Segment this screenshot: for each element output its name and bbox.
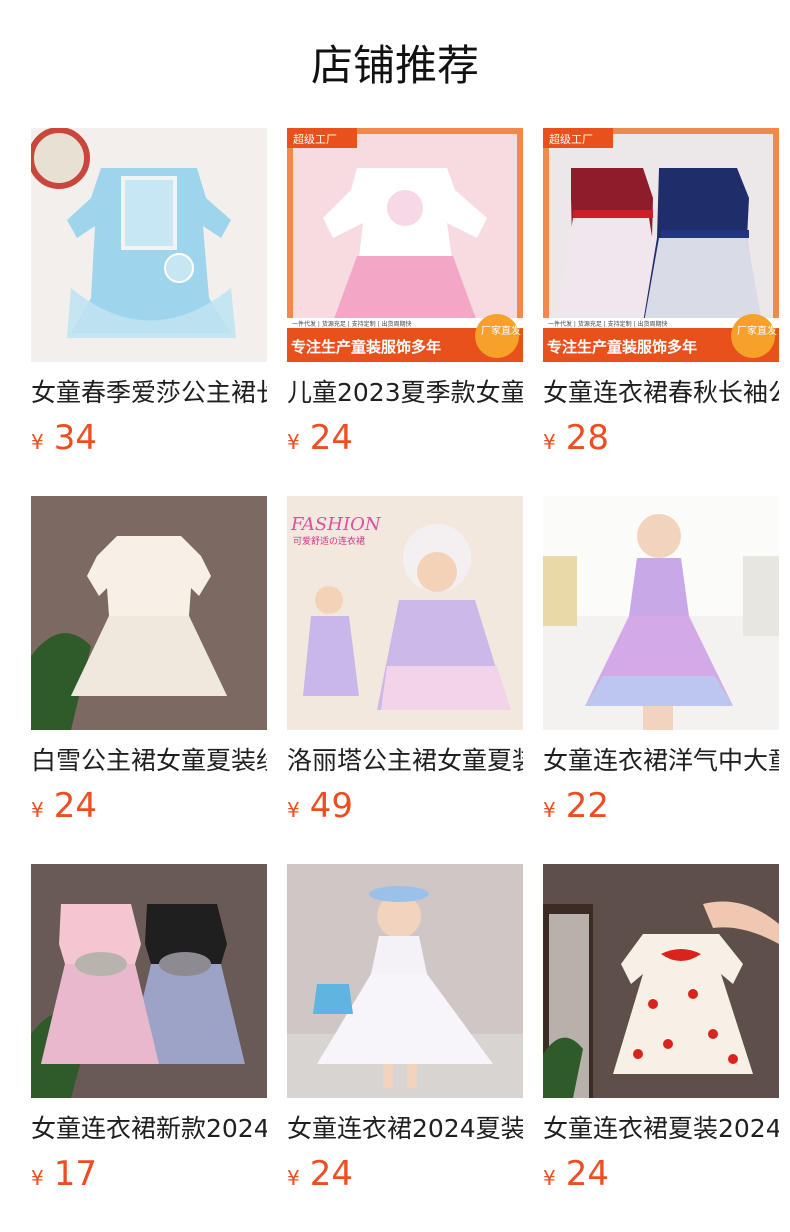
super-factory-badge: 超级工厂 — [293, 132, 337, 146]
svg-text:可爱舒适の连衣裙: 可爱舒适の连衣裙 — [293, 535, 365, 547]
product-name[interactable]: 女童春季爱莎公主裙长袖 — [31, 376, 267, 410]
product-card[interactable]: 女童连衣裙2024夏装新款 ¥24 — [287, 864, 523, 1204]
product-name[interactable]: 女童连衣裙新款2024夏季 — [31, 1112, 267, 1146]
currency-symbol: ¥ — [31, 798, 44, 822]
product-image[interactable]: 超级工厂 一件代发 | 货源充足 | 支持定制 | 出货周期快 专注生产童装服饰… — [543, 128, 779, 362]
svg-text:一件代发 | 货源充足 | 支持定制 | 出货周期快: 一件代发 | 货源充足 | 支持定制 | 出货周期快 — [548, 320, 668, 328]
svg-text:厂家直发: 厂家直发 — [737, 324, 777, 337]
svg-text:厂家直发: 厂家直发 — [481, 324, 521, 337]
price-amount: 34 — [53, 418, 97, 458]
product-image[interactable]: 超级工厂 一件代发 | 货源充足 | 支持定制 | 出货周期快 专注生产童装服饰… — [287, 128, 523, 362]
product-card[interactable]: 女童春季爱莎公主裙长袖 ¥34 — [31, 128, 267, 468]
product-image[interactable] — [31, 864, 267, 1098]
product-name[interactable]: 女童连衣裙夏装2024新款 — [543, 1112, 779, 1146]
currency-symbol: ¥ — [287, 430, 300, 454]
product-price: ¥24 — [287, 416, 353, 460]
section-title: 店铺推荐 — [310, 41, 479, 90]
product-image[interactable] — [287, 864, 523, 1098]
product-image[interactable]: FASHION 可爱舒适の连衣裙 — [287, 496, 523, 730]
product-card[interactable]: 女童连衣裙夏装2024新款 ¥24 — [543, 864, 779, 1204]
currency-symbol: ¥ — [543, 430, 556, 454]
price-amount: 24 — [565, 1154, 609, 1194]
product-price: ¥17 — [31, 1152, 97, 1196]
price-amount: 49 — [309, 786, 353, 826]
price-amount: 24 — [53, 786, 97, 826]
product-price: ¥49 — [287, 784, 353, 828]
currency-symbol: ¥ — [31, 1166, 44, 1190]
svg-text:一件代发 | 货源充足 | 支持定制 | 出货周期快: 一件代发 | 货源充足 | 支持定制 | 出货周期快 — [292, 320, 412, 328]
product-name[interactable]: 女童连衣裙春秋长袖公主裙 — [543, 376, 779, 410]
product-name[interactable]: 女童连衣裙洋气中大童 — [543, 744, 779, 778]
currency-symbol: ¥ — [543, 798, 556, 822]
product-image[interactable] — [543, 496, 779, 730]
product-name[interactable]: 女童连衣裙2024夏装新款 — [287, 1112, 523, 1146]
price-amount: 22 — [565, 786, 609, 826]
product-price: ¥34 — [31, 416, 97, 460]
product-image[interactable] — [31, 128, 267, 362]
price-amount: 24 — [309, 418, 353, 458]
currency-symbol: ¥ — [543, 1166, 556, 1190]
super-factory-badge: 超级工厂 — [549, 132, 593, 146]
product-image[interactable] — [31, 496, 267, 730]
currency-symbol: ¥ — [287, 798, 300, 822]
product-card[interactable]: 女童连衣裙洋气中大童 ¥22 — [543, 496, 779, 836]
product-price: ¥28 — [543, 416, 609, 460]
currency-symbol: ¥ — [287, 1166, 300, 1190]
currency-symbol: ¥ — [31, 430, 44, 454]
price-amount: 24 — [309, 1154, 353, 1194]
product-price: ¥22 — [543, 784, 609, 828]
product-name[interactable]: 白雪公主裙女童夏装纱裙 — [31, 744, 267, 778]
price-amount: 28 — [565, 418, 609, 458]
product-card[interactable]: FASHION 可爱舒适の连衣裙 洛丽塔公主裙女童夏装 ¥49 — [287, 496, 523, 836]
product-price: ¥24 — [287, 1152, 353, 1196]
product-name[interactable]: 洛丽塔公主裙女童夏装 — [287, 744, 523, 778]
svg-text:专注生产童装服饰多年: 专注生产童装服饰多年 — [547, 338, 697, 356]
fashion-overlay: FASHION — [290, 514, 382, 535]
svg-text:专注生产童装服饰多年: 专注生产童装服饰多年 — [291, 338, 441, 356]
product-image[interactable] — [543, 864, 779, 1098]
product-price: ¥24 — [543, 1152, 609, 1196]
product-card[interactable]: 超级工厂 一件代发 | 货源充足 | 支持定制 | 出货周期快 专注生产童装服饰… — [287, 128, 523, 468]
product-name[interactable]: 儿童2023夏季款女童连衣裙 — [287, 376, 523, 410]
product-card[interactable]: 白雪公主裙女童夏装纱裙 ¥24 — [31, 496, 267, 836]
price-amount: 17 — [53, 1154, 97, 1194]
product-card[interactable]: 超级工厂 一件代发 | 货源充足 | 支持定制 | 出货周期快 专注生产童装服饰… — [543, 128, 779, 468]
product-card[interactable]: 女童连衣裙新款2024夏季 ¥17 — [31, 864, 267, 1204]
product-price: ¥24 — [31, 784, 97, 828]
